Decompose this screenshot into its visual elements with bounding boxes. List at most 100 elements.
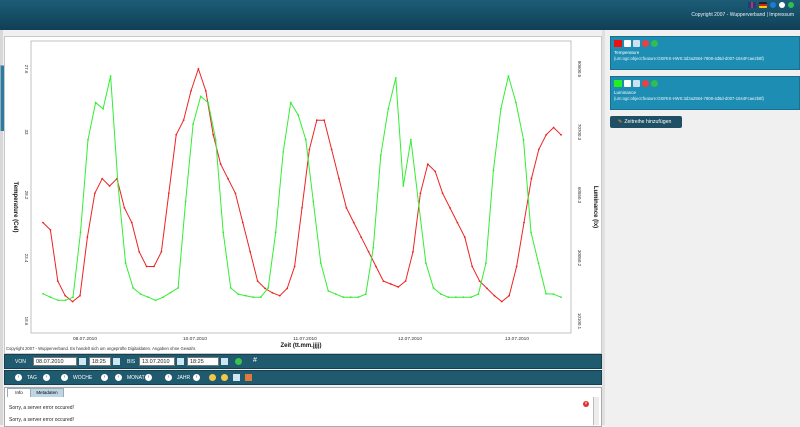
- tab-info[interactable]: Info: [7, 388, 31, 397]
- data-point: [259, 296, 262, 299]
- table-icon[interactable]: [233, 374, 240, 381]
- left-collapse-strip[interactable]: [0, 30, 5, 425]
- data-point: [229, 287, 232, 289]
- color-swatch[interactable]: [614, 40, 622, 47]
- data-point: [286, 287, 289, 290]
- top-header-bar: Copyright 2007 - Wupperverband | Impress…: [0, 0, 800, 30]
- add-timeseries-label: Zeitreihe hinzufügen: [624, 119, 672, 125]
- data-point: [304, 138, 307, 141]
- data-point: [86, 236, 89, 239]
- close-error-icon[interactable]: ×: [583, 401, 589, 407]
- monat-label: MONAT: [127, 375, 145, 381]
- right-tick-label: 80600.5: [577, 61, 582, 78]
- data-point: [162, 296, 165, 299]
- refresh-icon[interactable]: [788, 2, 794, 8]
- woche-label: WOCHE: [73, 375, 93, 381]
- woche-back-button[interactable]: ‹: [61, 374, 68, 381]
- data-point: [330, 148, 333, 151]
- data-point: [523, 221, 525, 224]
- jahr-forward-button[interactable]: ›: [193, 374, 200, 381]
- info-scrollbar[interactable]: [593, 397, 599, 425]
- panel-divider[interactable]: [602, 30, 605, 425]
- tag-back-button[interactable]: ‹: [15, 374, 22, 381]
- data-point: [426, 163, 429, 165]
- from-date-field[interactable]: 08.07.2010: [33, 357, 77, 366]
- data-point: [364, 293, 367, 295]
- from-time-field[interactable]: 18:25: [89, 357, 111, 366]
- left-tick-label: 33: [24, 129, 29, 135]
- export-icon[interactable]: [245, 374, 252, 381]
- zoom-out-icon[interactable]: [221, 374, 228, 381]
- data-point: [507, 75, 510, 77]
- data-point: [219, 163, 222, 165]
- data-point: [169, 291, 172, 294]
- monat-forward-button[interactable]: ›: [145, 374, 152, 381]
- remove-icon[interactable]: [642, 80, 649, 87]
- refresh-icon[interactable]: [235, 358, 242, 365]
- tag-forward-button[interactable]: ›: [43, 374, 50, 381]
- data-point: [500, 300, 503, 303]
- x-tick-label: 10.07.2010: [183, 336, 207, 342]
- refresh-icon[interactable]: [651, 40, 658, 47]
- data-point: [117, 185, 119, 187]
- data-point: [124, 262, 127, 265]
- calendar-icon[interactable]: [79, 358, 86, 365]
- calendar-icon[interactable]: [177, 358, 184, 365]
- clock-icon[interactable]: [113, 358, 120, 365]
- y-right-axis-label: Luminance (lx): [592, 186, 598, 228]
- data-point: [434, 170, 437, 173]
- tab-metadaten[interactable]: Metadaten: [30, 388, 64, 397]
- header-copyright: Copyright 2007 - Wupperverband | Impress…: [691, 12, 794, 18]
- data-point: [552, 126, 555, 129]
- data-point: [410, 138, 412, 141]
- data-point: [440, 293, 442, 295]
- data-point: [462, 296, 465, 299]
- checkbox-icon[interactable]: [624, 80, 631, 87]
- series-card-luminance[interactable]: Luminance (urn:ogc:object:feature:OSIRIS…: [610, 76, 800, 110]
- data-point: [94, 101, 97, 104]
- info-icon[interactable]: [633, 40, 640, 47]
- data-point: [471, 265, 474, 268]
- color-swatch[interactable]: [614, 80, 622, 87]
- left-tick-label: 23.4: [24, 254, 29, 263]
- uk-flag-icon[interactable]: [748, 2, 756, 8]
- data-point: [256, 280, 259, 282]
- data-point: [456, 221, 459, 224]
- checkbox-icon[interactable]: [624, 40, 631, 47]
- data-point: [64, 294, 67, 297]
- data-point: [244, 294, 247, 297]
- data-point: [241, 221, 244, 224]
- data-point: [545, 133, 548, 136]
- data-point: [249, 250, 252, 253]
- data-point: [197, 68, 200, 70]
- de-flag-icon[interactable]: [759, 2, 767, 8]
- data-point: [508, 294, 511, 297]
- monat-back-button[interactable]: ‹: [115, 374, 122, 381]
- data-point: [338, 177, 340, 180]
- data-point: [301, 207, 303, 209]
- add-timeseries-button[interactable]: ✎ Zeitreihe hinzufügen: [610, 116, 682, 128]
- data-point: [447, 296, 450, 299]
- clock-icon[interactable]: [221, 358, 228, 365]
- data-point: [101, 177, 104, 180]
- data-point: [177, 287, 180, 289]
- to-date-field[interactable]: 13.07.2010: [139, 357, 175, 366]
- help-icon[interactable]: [770, 2, 776, 8]
- refresh-icon[interactable]: [651, 80, 658, 87]
- left-tick-label: 28.2: [24, 191, 29, 200]
- x-axis-label: Zeit (tt.mm.jjjj): [281, 343, 322, 349]
- data-point: [87, 138, 89, 141]
- info-icon[interactable]: [633, 80, 640, 87]
- bis-label: BIS: [127, 359, 136, 365]
- zoom-in-icon[interactable]: [209, 374, 216, 381]
- jahr-label: JAHR: [177, 375, 191, 381]
- series-card-temperature[interactable]: Temperature (urn:ogc:object:feature:OSIR…: [610, 36, 800, 70]
- remove-icon[interactable]: [642, 40, 649, 47]
- right-tick-label: 10100.1: [577, 313, 582, 330]
- woche-forward-button[interactable]: ›: [101, 374, 108, 381]
- home-icon[interactable]: [779, 2, 785, 8]
- jahr-back-button[interactable]: ‹: [165, 374, 172, 381]
- to-time-field[interactable]: 18:25: [187, 357, 219, 366]
- hash-label[interactable]: #: [253, 357, 257, 364]
- data-point: [360, 236, 363, 239]
